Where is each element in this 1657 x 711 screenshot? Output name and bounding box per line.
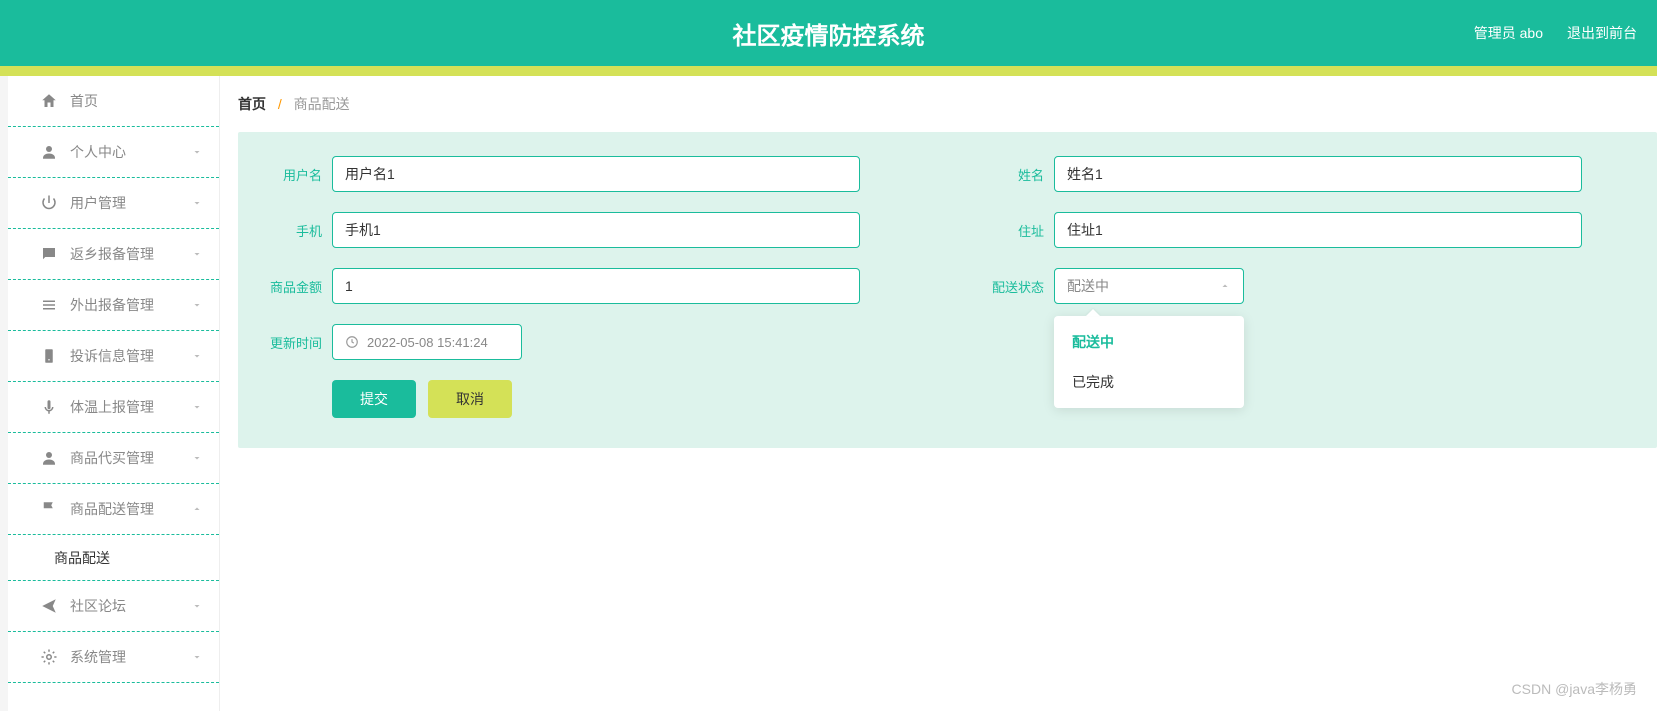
chevron-down-icon: [191, 248, 203, 260]
sidebar-item-users[interactable]: 用户管理: [8, 178, 219, 229]
status-value: 配送中: [1067, 276, 1109, 296]
chevron-down-icon: [191, 401, 203, 413]
sidebar-subitem-delivery[interactable]: 商品配送: [8, 535, 219, 581]
list-icon: [40, 296, 58, 314]
sidebar-label: 用户管理: [70, 193, 126, 213]
sidebar-item-complaint[interactable]: 投诉信息管理: [8, 331, 219, 382]
updated-input[interactable]: 2022-05-08 15:41:24: [332, 324, 522, 360]
sidebar-item-temperature[interactable]: 体温上报管理: [8, 382, 219, 433]
chevron-up-icon: [191, 503, 203, 515]
status-dropdown: 配送中 已完成: [1054, 316, 1244, 408]
username-input[interactable]: [332, 156, 860, 192]
sidebar-item-return-report[interactable]: 返乡报备管理: [8, 229, 219, 280]
updated-value: 2022-05-08 15:41:24: [367, 335, 488, 350]
sidebar: 首页 个人中心 用户管理 返乡报备管理 外出报备管理 投诉信息管理: [8, 76, 220, 711]
main-content: 首页 / 商品配送 用户名 姓名 手机: [220, 76, 1657, 711]
sidebar-label: 外出报备管理: [70, 295, 154, 315]
chevron-down-icon: [191, 146, 203, 158]
dropdown-arrow: [1086, 309, 1100, 316]
sidebar-label: 社区论坛: [70, 596, 126, 616]
address-label: 住址: [980, 221, 1044, 240]
sidebar-label: 商品配送管理: [70, 499, 154, 519]
watermark: CSDN @java李杨勇: [1512, 679, 1637, 699]
sidebar-label: 个人中心: [70, 142, 126, 162]
flag-icon: [40, 500, 58, 518]
amount-input[interactable]: [332, 268, 860, 304]
username-label: 用户名: [258, 165, 322, 184]
chevron-down-icon: [191, 600, 203, 612]
chevron-down-icon: [191, 350, 203, 362]
app-header: 社区疫情防控系统 管理员 abo 退出到前台: [0, 0, 1657, 66]
name-label: 姓名: [980, 165, 1044, 184]
breadcrumb-home[interactable]: 首页: [238, 96, 266, 112]
power-icon: [40, 194, 58, 212]
home-icon: [40, 92, 58, 110]
logout-link[interactable]: 退出到前台: [1567, 23, 1637, 43]
chevron-up-icon: [1219, 280, 1231, 292]
sidebar-item-delivery[interactable]: 商品配送管理: [8, 484, 219, 535]
chevron-down-icon: [191, 197, 203, 209]
sidebar-label: 返乡报备管理: [70, 244, 154, 264]
accent-bar: [0, 66, 1657, 76]
clock-icon: [345, 335, 359, 349]
breadcrumb-separator: /: [278, 96, 282, 112]
sidebar-label: 商品代买管理: [70, 448, 154, 468]
cancel-button[interactable]: 取消: [428, 380, 512, 418]
sidebar-item-outing-report[interactable]: 外出报备管理: [8, 280, 219, 331]
form-panel: 用户名 姓名 手机 住址 商: [238, 132, 1657, 448]
submit-button[interactable]: 提交: [332, 380, 416, 418]
breadcrumb: 首页 / 商品配送: [238, 94, 1657, 132]
updated-label: 更新时间: [258, 333, 322, 352]
chevron-down-icon: [191, 299, 203, 311]
phone-input[interactable]: [332, 212, 860, 248]
sidebar-label: 系统管理: [70, 647, 126, 667]
sidebar-item-system[interactable]: 系统管理: [8, 632, 219, 683]
sidebar-item-purchase[interactable]: 商品代买管理: [8, 433, 219, 484]
name-input[interactable]: [1054, 156, 1582, 192]
sidebar-item-profile[interactable]: 个人中心: [8, 127, 219, 178]
sidebar-item-forum[interactable]: 社区论坛: [8, 581, 219, 632]
gear-icon: [40, 648, 58, 666]
mic-icon: [40, 398, 58, 416]
chevron-down-icon: [191, 651, 203, 663]
address-input[interactable]: [1054, 212, 1582, 248]
chevron-down-icon: [191, 452, 203, 464]
person-icon: [40, 449, 58, 467]
sidebar-label: 首页: [70, 91, 98, 111]
send-icon: [40, 597, 58, 615]
sidebar-item-home[interactable]: 首页: [8, 76, 219, 127]
amount-label: 商品金额: [258, 277, 322, 296]
app-title: 社区疫情防控系统: [733, 16, 925, 51]
sidebar-sublabel: 商品配送: [54, 548, 110, 568]
sidebar-gutter: [0, 76, 8, 711]
phone-label: 手机: [258, 221, 322, 240]
status-label: 配送状态: [980, 277, 1044, 296]
status-select[interactable]: 配送中: [1054, 268, 1244, 304]
sidebar-label: 投诉信息管理: [70, 346, 154, 366]
sidebar-label: 体温上报管理: [70, 397, 154, 417]
dropdown-option-delivering[interactable]: 配送中: [1054, 322, 1244, 362]
current-user-label[interactable]: 管理员 abo: [1474, 23, 1543, 43]
chat-icon: [40, 245, 58, 263]
user-icon: [40, 143, 58, 161]
dropdown-option-done[interactable]: 已完成: [1054, 362, 1244, 402]
report-icon: [40, 347, 58, 365]
header-right: 管理员 abo 退出到前台: [1474, 23, 1637, 43]
breadcrumb-current: 商品配送: [294, 96, 350, 112]
